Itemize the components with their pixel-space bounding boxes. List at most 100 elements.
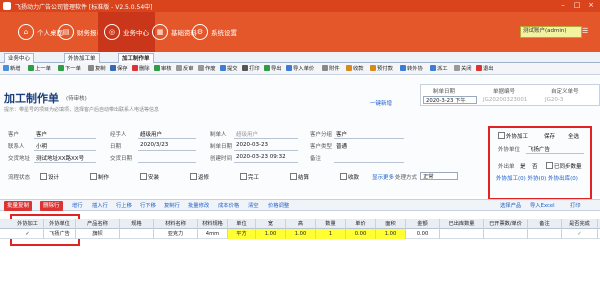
cell[interactable]: ✓ xyxy=(12,229,44,239)
print-button[interactable]: 打印 xyxy=(242,64,260,74)
col-header[interactable]: 产品名称 xyxy=(76,219,120,229)
radio-yes[interactable]: 是 xyxy=(520,162,526,170)
to-outsource-button[interactable]: 转外协 xyxy=(400,64,423,74)
cell[interactable]: ✓ xyxy=(562,229,598,239)
grid-link[interactable]: 清空 xyxy=(248,201,259,211)
col-header[interactable]: 数量 xyxy=(316,219,346,229)
exit-button[interactable]: 退出 xyxy=(476,64,494,74)
col-header[interactable]: 金额 xyxy=(406,219,440,229)
date-field[interactable]: 2020/3/23 xyxy=(140,142,168,148)
col-header[interactable]: 外协单位 xyxy=(44,219,76,229)
submit-button[interactable]: 提交 xyxy=(220,64,238,74)
batch-copy-button[interactable]: 批量复制 xyxy=(4,201,33,211)
cell[interactable]: 平方 xyxy=(228,229,256,239)
receive-button[interactable]: 收款 xyxy=(346,64,364,74)
cell[interactable] xyxy=(528,229,562,239)
delete-row-button[interactable]: 删除行 xyxy=(40,201,63,211)
grid-link[interactable]: 插入行 xyxy=(92,201,108,211)
flow-make[interactable]: 制作 xyxy=(90,173,109,181)
grid-link[interactable]: 行下移 xyxy=(140,201,156,211)
attachment-button[interactable]: 附件 xyxy=(322,64,340,74)
customer-field[interactable]: 客户 xyxy=(36,130,47,138)
grid-print-link[interactable]: 打印 xyxy=(570,201,581,211)
select-all-button[interactable]: 全选 xyxy=(568,132,579,140)
supplier-field[interactable]: 飞扬广告 xyxy=(528,145,550,153)
col-header[interactable]: 宽 xyxy=(256,219,286,229)
outsource-links[interactable]: 外协加工(0) 外协(0) 外协出库(0) xyxy=(496,174,578,182)
quick-new-link[interactable]: 一键新增 xyxy=(370,99,392,107)
col-header[interactable]: 备注 xyxy=(528,219,562,229)
approve-button[interactable]: 审核 xyxy=(154,64,172,74)
close-icon[interactable]: × xyxy=(584,1,598,10)
flow-repair[interactable]: 返修 xyxy=(190,173,209,181)
col-header[interactable]: 高 xyxy=(286,219,316,229)
cell[interactable]: 旗帜 xyxy=(76,229,120,239)
unapprove-button[interactable]: 反审 xyxy=(176,64,194,74)
nav-data[interactable]: ▦ 基础资料 xyxy=(152,12,197,52)
prepay-button[interactable]: 预付款 xyxy=(370,64,393,74)
col-header[interactable]: 规格 xyxy=(120,219,154,229)
group-field[interactable]: 客户 xyxy=(336,130,347,138)
nav-settings[interactable]: ⚙ 系统设置 xyxy=(192,12,237,52)
nav-report[interactable]: ▤ 财务报表 xyxy=(58,12,103,52)
cell[interactable]: 4mm xyxy=(198,229,228,239)
dispatch-button[interactable]: 派工 xyxy=(430,64,448,74)
grid-link[interactable]: 价格调整 xyxy=(268,201,289,211)
cell[interactable]: 1.00 xyxy=(286,229,316,239)
export-button[interactable]: 导出 xyxy=(264,64,282,74)
radio-no[interactable]: 否 xyxy=(532,162,538,170)
close-doc-button[interactable]: 关闭 xyxy=(454,64,472,74)
cell[interactable]: 飞扬广告 xyxy=(44,229,76,239)
cell[interactable] xyxy=(440,229,484,239)
cell[interactable]: 1.00 xyxy=(376,229,406,239)
grid-link[interactable]: 成本价格 xyxy=(218,201,239,211)
copy-button[interactable]: 复制 xyxy=(88,64,106,74)
cell[interactable]: 亚克力 xyxy=(154,229,198,239)
cell[interactable]: 0.00 xyxy=(346,229,376,239)
cell[interactable]: 1 xyxy=(316,229,346,239)
expand-link[interactable]: 显示更多 xyxy=(372,173,394,181)
custom-number[interactable]: JG20-3 xyxy=(545,97,563,103)
ctype-field[interactable]: 普通 xyxy=(336,142,347,150)
save-button[interactable]: 保存 xyxy=(110,64,128,74)
user-menu-icon[interactable]: ☰ xyxy=(582,27,588,35)
flow-install[interactable]: 安装 xyxy=(140,173,159,181)
cell[interactable]: 0.00 xyxy=(406,229,440,239)
person-field[interactable]: 超级用户 xyxy=(140,130,162,138)
col-header[interactable]: 单价 xyxy=(346,219,376,229)
col-header[interactable]: 已出库数量 xyxy=(440,219,484,229)
cell[interactable]: 1.00 xyxy=(256,229,286,239)
grid-link[interactable]: 复制行 xyxy=(164,201,180,211)
import-price-button[interactable]: 导入单价 xyxy=(286,64,314,74)
maximize-icon[interactable]: □ xyxy=(570,1,584,10)
sync-qty-checkbox[interactable]: 已同步数量 xyxy=(546,162,582,170)
col-header[interactable]: 单位 xyxy=(228,219,256,229)
flow-settle[interactable]: 结算 xyxy=(290,173,309,181)
col-header[interactable]: 外协加工 xyxy=(12,219,44,229)
grid-link[interactable]: 批量修改 xyxy=(188,201,209,211)
outsource-save-button[interactable]: 保存 xyxy=(544,132,555,140)
date-picker[interactable]: 2020-3-23 下午 xyxy=(423,96,477,104)
outsource-toggle[interactable]: 外协加工 xyxy=(498,132,528,140)
col-header[interactable]: 是否完成 xyxy=(562,219,598,229)
col-header[interactable]: 材料名称 xyxy=(154,219,198,229)
new-button[interactable]: 新增 xyxy=(3,64,21,74)
flow-finish[interactable]: 完工 xyxy=(240,173,259,181)
user-badge[interactable]: 测试账户(admin) xyxy=(520,26,582,38)
address-field[interactable]: 测试地址XX路XX号 xyxy=(36,154,84,162)
nav-desktop[interactable]: ⌂ 个人桌面 xyxy=(18,12,63,52)
col-header[interactable]: 已开票数/单价 xyxy=(484,219,528,229)
col-header[interactable]: 材料规格 xyxy=(198,219,228,229)
flow-design[interactable]: 设计 xyxy=(40,173,59,181)
col-header[interactable]: 面积 xyxy=(376,219,406,229)
next-button[interactable]: 下一单 xyxy=(58,64,81,74)
flow-receive[interactable]: 收款 xyxy=(340,173,359,181)
import-excel-link[interactable]: 导入Excel xyxy=(530,201,555,211)
select-product-link[interactable]: 选择产品 xyxy=(500,201,521,211)
grid-link[interactable]: 行上移 xyxy=(116,201,132,211)
table-row[interactable]: ✓ 飞扬广告 旗帜 亚克力 4mm 平方 1.00 1.00 1 0.00 1.… xyxy=(0,229,600,239)
process-select[interactable]: 正常 xyxy=(420,172,458,180)
minimize-icon[interactable]: – xyxy=(556,1,570,10)
cell[interactable] xyxy=(120,229,154,239)
delete-button[interactable]: 删除 xyxy=(132,64,150,74)
